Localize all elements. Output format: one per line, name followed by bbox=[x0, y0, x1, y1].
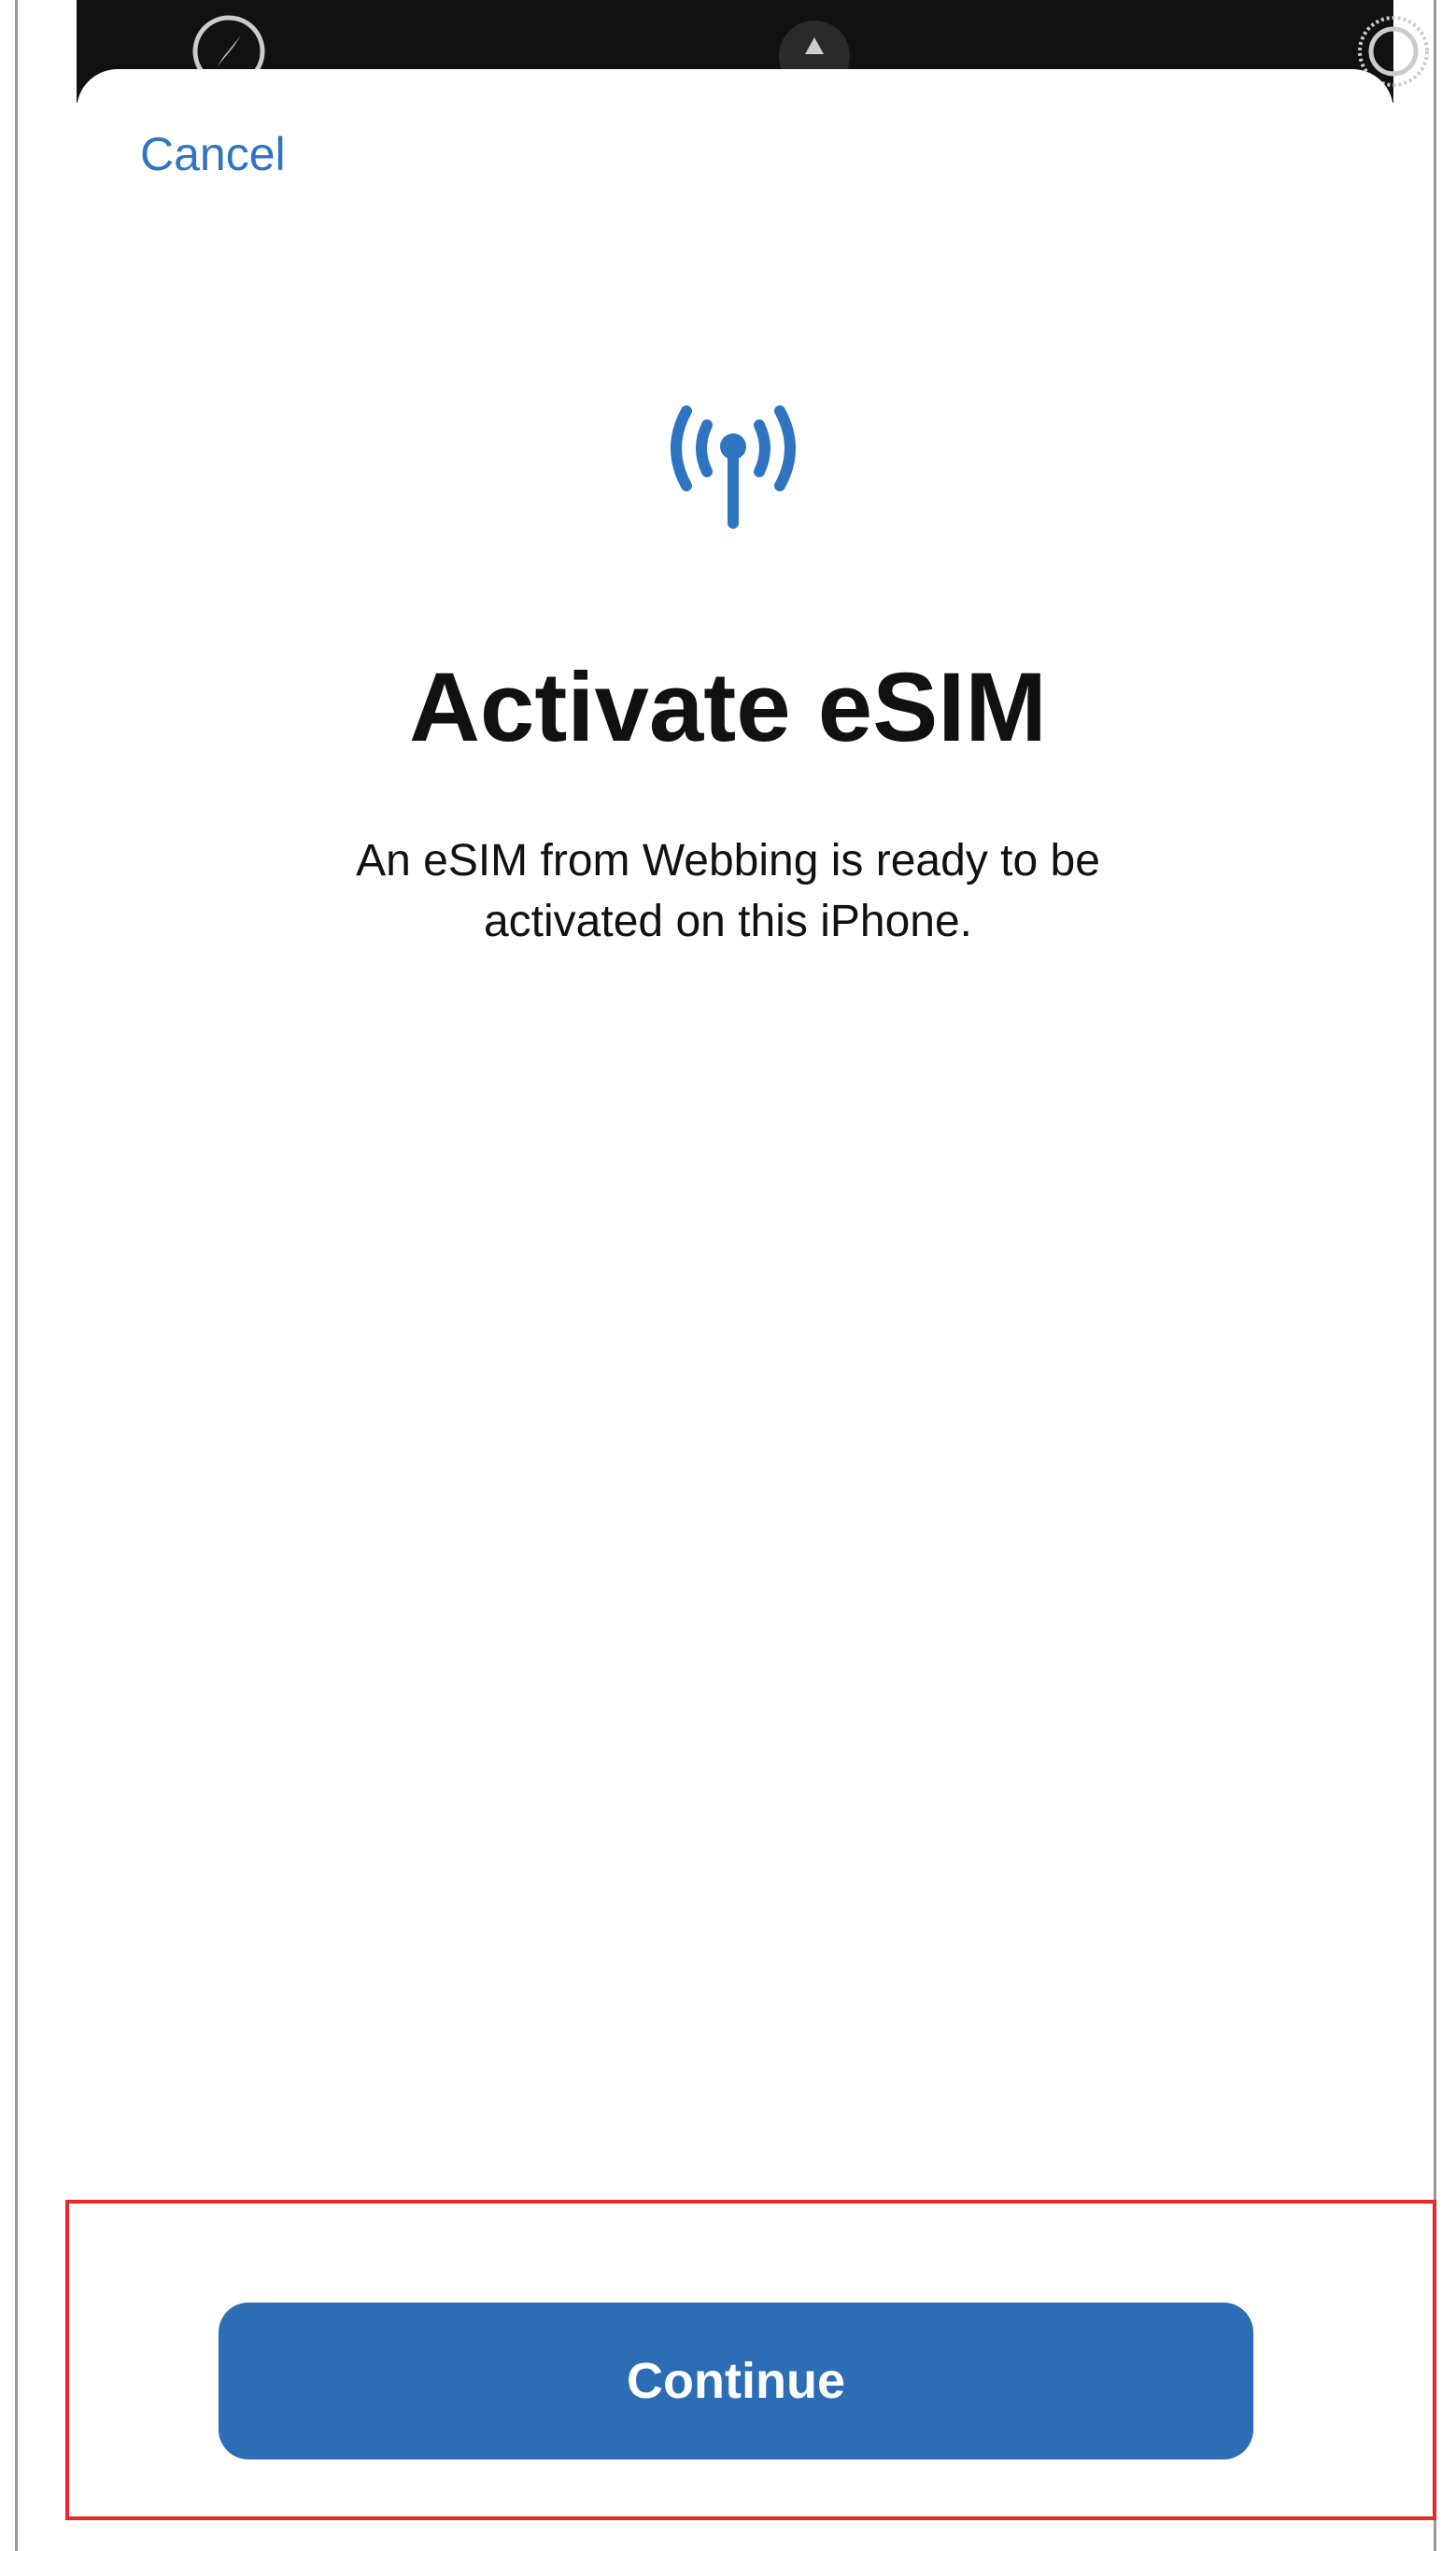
description-line-1: An eSIM from Webbing is ready to be bbox=[356, 836, 1100, 886]
description-line-2: activated on this iPhone. bbox=[483, 896, 972, 946]
screenshot-frame: Cancel Activate eSIM An eSIM from Webbin… bbox=[0, 0, 1456, 2551]
antenna-signal-icon bbox=[671, 405, 796, 529]
cancel-button[interactable]: Cancel bbox=[140, 131, 286, 177]
description-text: An eSIM from Webbing is ready to be acti… bbox=[0, 831, 1456, 953]
continue-button[interactable]: Continue bbox=[219, 2303, 1253, 2459]
page-title: Activate eSIM bbox=[409, 653, 1047, 762]
